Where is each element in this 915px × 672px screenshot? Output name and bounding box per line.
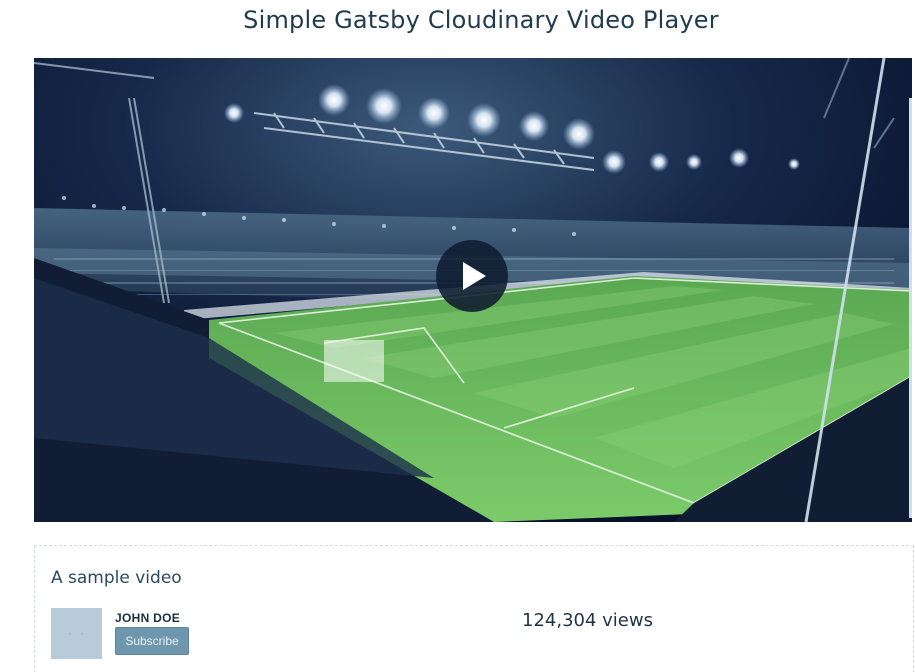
avatar-placeholder-icon: • • [69,632,87,638]
play-icon [463,262,486,290]
view-count: 124,304 views [522,610,653,631]
page-title: Simple Gatsby Cloudinary Video Player [243,6,719,34]
avatar: • • [51,608,102,659]
video-player[interactable] [34,58,912,522]
subscribe-button[interactable]: Subscribe [115,627,189,655]
channel-name: JOHN DOE [115,611,181,625]
player-scroll-track [909,98,912,518]
video-title: A sample video [51,568,182,588]
play-button[interactable] [436,240,508,312]
video-details-card: A sample video • • JOHN DOE Subscribe 12… [34,545,914,672]
page: Simple Gatsby Cloudinary Video Player A … [0,0,915,672]
